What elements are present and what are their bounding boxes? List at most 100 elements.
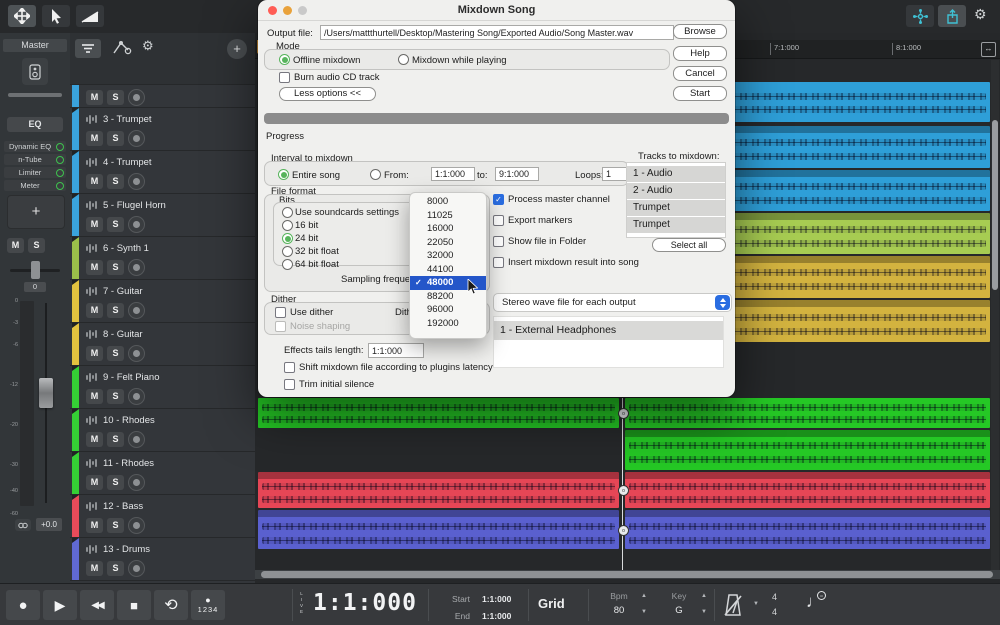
track-name[interactable]: 12 - Bass bbox=[103, 501, 143, 512]
offline-mixdown-radio[interactable] bbox=[279, 54, 290, 65]
track-name[interactable]: 8 - Guitar bbox=[103, 329, 143, 340]
offline-mixdown-label[interactable]: Offline mixdown bbox=[293, 55, 360, 66]
track-record-arm-button[interactable] bbox=[128, 130, 145, 147]
output-device-list[interactable]: 1 - External Headphones bbox=[493, 316, 724, 368]
track-mute-button[interactable]: M bbox=[86, 475, 103, 490]
trim-silence-label[interactable]: Trim initial silence bbox=[299, 379, 374, 390]
time-signature[interactable]: 4 4 bbox=[772, 590, 777, 620]
track-row[interactable]: 5 - Flugel HornMS bbox=[70, 193, 255, 237]
audio-clip[interactable] bbox=[625, 510, 990, 549]
tracks-to-mixdown-list[interactable]: 1 - Audio 2 - Audio Trumpet Trumpet bbox=[626, 162, 726, 238]
use-dither-label[interactable]: Use dither bbox=[290, 307, 333, 318]
track-solo-button[interactable]: S bbox=[107, 389, 124, 404]
vertical-scrollbar[interactable] bbox=[991, 60, 999, 570]
mixdown-track-item[interactable]: Trumpet bbox=[627, 200, 725, 216]
from-input[interactable]: 1:1:000 bbox=[431, 167, 475, 181]
horizontal-scrollbar[interactable] bbox=[255, 570, 1000, 579]
export-markers-checkbox[interactable] bbox=[493, 215, 504, 226]
mixdown-while-playing-radio[interactable] bbox=[398, 54, 409, 65]
menu-item[interactable]: 11025 bbox=[410, 209, 486, 223]
track-mute-button[interactable]: M bbox=[86, 303, 103, 318]
burn-cd-checkbox[interactable] bbox=[279, 72, 290, 83]
bits-16-radio[interactable] bbox=[282, 220, 293, 231]
audio-clip[interactable] bbox=[700, 126, 990, 168]
eq-button[interactable]: EQ bbox=[7, 117, 63, 132]
bits-64-label[interactable]: 64 bit float bbox=[295, 259, 339, 270]
audio-clip[interactable] bbox=[700, 213, 990, 254]
effects-tails-input[interactable]: 1:1:000 bbox=[368, 343, 424, 358]
track-record-arm-button[interactable] bbox=[128, 89, 145, 106]
mixdown-track-item[interactable]: 2 - Audio bbox=[627, 183, 725, 199]
fade-node-handle[interactable]: o bbox=[618, 408, 629, 419]
from-radio[interactable] bbox=[370, 169, 381, 180]
power-icon[interactable] bbox=[56, 182, 64, 190]
output-file-input[interactable]: /Users/mattthurtell/Desktop/Mastering So… bbox=[320, 25, 674, 40]
loop-range[interactable]: Start1:1:000 End1:1:000 bbox=[436, 590, 511, 624]
live-mode-label[interactable]: LIVE bbox=[300, 591, 303, 615]
track-row[interactable]: MS bbox=[70, 84, 255, 108]
fade-node-handle[interactable]: o bbox=[618, 525, 629, 536]
track-name[interactable]: 11 - Rhodes bbox=[103, 458, 154, 469]
move-tool-button[interactable] bbox=[8, 5, 36, 27]
vertical-scrollbar-thumb[interactable] bbox=[992, 120, 998, 290]
power-icon[interactable] bbox=[56, 156, 64, 164]
track-solo-button[interactable]: S bbox=[107, 90, 124, 105]
track-record-arm-button[interactable] bbox=[128, 216, 145, 233]
monitor-phones-button[interactable] bbox=[15, 519, 31, 531]
track-view-button[interactable] bbox=[75, 39, 101, 58]
track-name[interactable]: 7 - Guitar bbox=[103, 286, 143, 297]
insert-result-label[interactable]: Insert mixdown result into song bbox=[508, 257, 639, 268]
track-name[interactable]: 9 - Felt Piano bbox=[103, 372, 160, 383]
track-settings-gear-icon[interactable]: ⚙ bbox=[142, 38, 154, 54]
bits-64-radio[interactable] bbox=[282, 259, 293, 270]
grid-button[interactable]: Grid bbox=[538, 596, 565, 611]
track-row[interactable]: 10 - RhodesMS bbox=[70, 408, 255, 452]
audio-clip[interactable] bbox=[258, 472, 619, 508]
use-dither-checkbox[interactable] bbox=[275, 307, 286, 318]
start-button[interactable]: Start bbox=[673, 86, 727, 101]
power-icon[interactable] bbox=[56, 143, 64, 151]
less-options-button[interactable]: Less options << bbox=[279, 87, 376, 101]
track-solo-button[interactable]: S bbox=[107, 518, 124, 533]
track-record-arm-button[interactable] bbox=[128, 345, 145, 362]
key-control[interactable]: Key G bbox=[662, 591, 696, 616]
track-record-arm-button[interactable] bbox=[128, 302, 145, 319]
process-master-label[interactable]: Process master channel bbox=[508, 194, 610, 205]
entire-song-label[interactable]: Entire song bbox=[292, 170, 340, 181]
menu-item[interactable]: 32000 bbox=[410, 249, 486, 263]
shift-latency-checkbox[interactable] bbox=[284, 362, 295, 373]
audio-clip[interactable] bbox=[258, 510, 619, 549]
pointer-tool-button[interactable] bbox=[42, 5, 70, 27]
entire-song-radio[interactable] bbox=[278, 169, 289, 180]
menu-item[interactable]: 22050 bbox=[410, 236, 486, 250]
master-solo-button[interactable]: S bbox=[28, 238, 45, 253]
track-mute-button[interactable]: M bbox=[86, 174, 103, 189]
track-solo-button[interactable]: S bbox=[107, 131, 124, 146]
cancel-button[interactable]: Cancel bbox=[673, 66, 727, 81]
track-name[interactable]: 6 - Synth 1 bbox=[103, 243, 149, 254]
track-record-arm-button[interactable] bbox=[128, 388, 145, 405]
track-row[interactable]: 12 - BassMS bbox=[70, 494, 255, 538]
burn-cd-label[interactable]: Burn audio CD track bbox=[294, 72, 380, 83]
key-steppers[interactable]: ▲▼ bbox=[701, 593, 707, 616]
track-mute-button[interactable]: M bbox=[86, 561, 103, 576]
add-plugin-button[interactable]: + bbox=[7, 195, 65, 229]
bpm-control[interactable]: Bpm 80 bbox=[602, 591, 636, 616]
audio-clip[interactable] bbox=[625, 430, 990, 470]
track-solo-button[interactable]: S bbox=[107, 174, 124, 189]
menu-item[interactable]: 96000 bbox=[410, 303, 486, 317]
menu-item[interactable]: 44100 bbox=[410, 263, 486, 277]
track-row[interactable]: 6 - Synth 1MS bbox=[70, 236, 255, 280]
audio-clip[interactable] bbox=[625, 472, 990, 508]
fade-node-handle[interactable]: o bbox=[618, 485, 629, 496]
track-record-arm-button[interactable] bbox=[128, 560, 145, 577]
bits-16-label[interactable]: 16 bit bbox=[295, 220, 318, 231]
settings-gear-icon[interactable]: ⚙ bbox=[974, 6, 987, 23]
master-mute-button[interactable]: M bbox=[7, 238, 24, 253]
audio-clip[interactable] bbox=[700, 82, 990, 122]
track-row[interactable]: 7 - GuitarMS bbox=[70, 279, 255, 323]
audio-clip[interactable] bbox=[700, 300, 990, 342]
track-solo-button[interactable]: S bbox=[107, 561, 124, 576]
mixdown-track-item[interactable]: 1 - Audio bbox=[627, 166, 725, 182]
track-row[interactable]: 8 - GuitarMS bbox=[70, 322, 255, 366]
